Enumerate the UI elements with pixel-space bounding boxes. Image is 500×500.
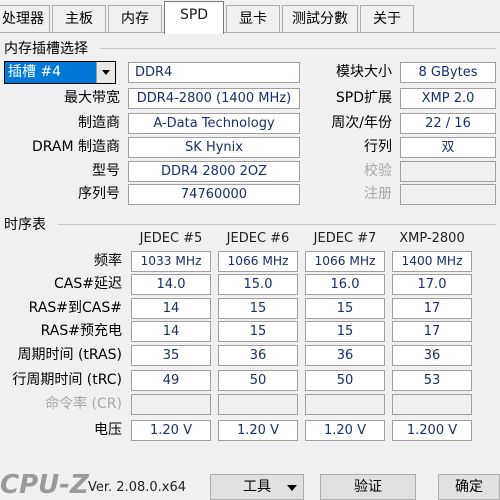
max-bandwidth-label: 最大带宽 [64, 90, 120, 106]
manufacturer-label: 制造商 [78, 115, 120, 131]
memory-type-field: DDR4 [128, 62, 300, 83]
manufacturer-field: A-Data Technology [128, 113, 300, 134]
tab-mainboard[interactable]: 主板 [52, 5, 106, 32]
slot-group-title: 内存插槽选择 [4, 38, 92, 58]
model-label: 型号 [92, 163, 120, 179]
chevron-down-icon [287, 485, 297, 491]
model-field: DDR4 2800 2OZ [128, 161, 300, 182]
tab-label: 处理器 [2, 11, 44, 27]
timing-cell: 50 [305, 370, 385, 391]
correction-field [400, 161, 496, 182]
chevron-down-icon [102, 70, 110, 75]
trc-label: 行周期时间 (tRC) [12, 372, 122, 388]
dram-manufacturer-label: DRAM 制造商 [31, 139, 120, 155]
tools-button-label: 工具 [243, 479, 271, 495]
correction-label: 校验 [364, 163, 392, 179]
timing-cell: 15 [305, 298, 385, 319]
ras-to-cas-label: RAS#到CAS# [28, 300, 122, 316]
ranks-field: 双 [400, 137, 496, 158]
timing-cell: 1.20 V [218, 420, 298, 441]
validate-button[interactable]: 验证 [320, 474, 416, 500]
timing-cell: 1.20 V [131, 420, 211, 441]
group-divider [100, 48, 496, 49]
tab-label: 测試分數 [292, 11, 348, 27]
week-year-field: 22 / 16 [400, 113, 496, 134]
tab-bench[interactable]: 测試分數 [282, 5, 358, 32]
timing-cell: 1400 MHz [392, 251, 472, 272]
timing-cell [218, 394, 298, 415]
tab-memory[interactable]: 内存 [108, 5, 162, 32]
frequency-label: 频率 [94, 253, 122, 269]
serial-label: 序列号 [78, 186, 120, 202]
dropdown-arrow-icon[interactable] [96, 62, 115, 83]
timing-cell: 16.0 [305, 274, 385, 295]
timing-cell [305, 394, 385, 415]
tras-label: 周期时间 (tRAS) [17, 347, 123, 363]
timing-cell: 15.0 [218, 274, 298, 295]
max-bandwidth-field: DDR4-2800 (1400 MHz) [128, 88, 300, 109]
registered-field [400, 184, 496, 205]
timing-cell: 35 [131, 345, 211, 366]
spd-ext-field: XMP 2.0 [400, 88, 496, 109]
spd-ext-label: SPD扩展 [335, 90, 392, 106]
timing-cell: 17.0 [392, 274, 472, 295]
group-divider [58, 224, 496, 225]
timing-cell: 14 [131, 298, 211, 319]
ok-button[interactable]: 确定 [438, 474, 500, 500]
timing-cell: 1033 MHz [131, 251, 211, 272]
tab-label: 主板 [65, 11, 93, 27]
voltage-label: 电压 [94, 422, 122, 438]
timing-cell: 36 [218, 345, 298, 366]
timing-cell: 15 [218, 321, 298, 342]
timing-cell: 15 [218, 298, 298, 319]
timing-cell: 1.200 V [392, 420, 472, 441]
module-size-field: 8 GBytes [400, 62, 496, 83]
tab-about[interactable]: 关于 [360, 5, 414, 32]
tab-label: SPD [179, 7, 209, 23]
timing-cell: 17 [392, 321, 472, 342]
column-header: JEDEC #5 [139, 231, 203, 246]
registered-label: 注册 [364, 186, 392, 202]
timing-cell: 49 [131, 370, 211, 391]
cas-latency-label: CAS#延迟 [54, 276, 122, 292]
timing-cell: 53 [392, 370, 472, 391]
tools-button[interactable]: 工具 [210, 474, 304, 500]
tab-label: 关于 [373, 11, 401, 27]
dram-manufacturer-field: SK Hynix [128, 137, 300, 158]
timing-group-title: 时序表 [4, 214, 50, 234]
command-rate-label: 命令率 (CR) [45, 396, 122, 412]
timing-cell: 1066 MHz [218, 251, 298, 272]
timing-cell: 36 [305, 345, 385, 366]
version-label: Ver. 2.08.0.x64 [88, 480, 187, 495]
tab-label: 内存 [121, 11, 149, 27]
timing-cell: 14 [131, 321, 211, 342]
ras-precharge-label: RAS#预充电 [40, 323, 122, 339]
timing-cell [392, 394, 472, 415]
timing-cell: 17 [392, 298, 472, 319]
timing-cell: 50 [218, 370, 298, 391]
timing-cell: 14.0 [131, 274, 211, 295]
tab-label: 显卡 [239, 11, 267, 27]
week-year-label: 周次/年份 [331, 115, 392, 131]
slot-select[interactable]: 插槽 #4 [4, 61, 116, 84]
ranks-label: 行列 [364, 139, 392, 155]
slot-select-value: 插槽 #4 [8, 64, 62, 80]
timing-cell: 15 [305, 321, 385, 342]
timing-cell: 1066 MHz [305, 251, 385, 272]
module-size-label: 模块大小 [336, 64, 392, 80]
timing-cell [131, 394, 211, 415]
timing-cell: 36 [392, 345, 472, 366]
tab-bar-line [0, 32, 500, 33]
column-header: JEDEC #6 [226, 231, 290, 246]
tab-cpu[interactable]: 处理器 [0, 5, 50, 32]
tab-spd[interactable]: SPD [164, 1, 224, 34]
column-header: JEDEC #7 [313, 231, 377, 246]
cpuz-logo: CPU-Z [0, 470, 89, 500]
tab-graphics[interactable]: 显卡 [226, 5, 280, 32]
serial-field: 74760000 [128, 184, 300, 205]
column-header: XMP-2800 [399, 231, 465, 246]
timing-cell: 1.20 V [305, 420, 385, 441]
